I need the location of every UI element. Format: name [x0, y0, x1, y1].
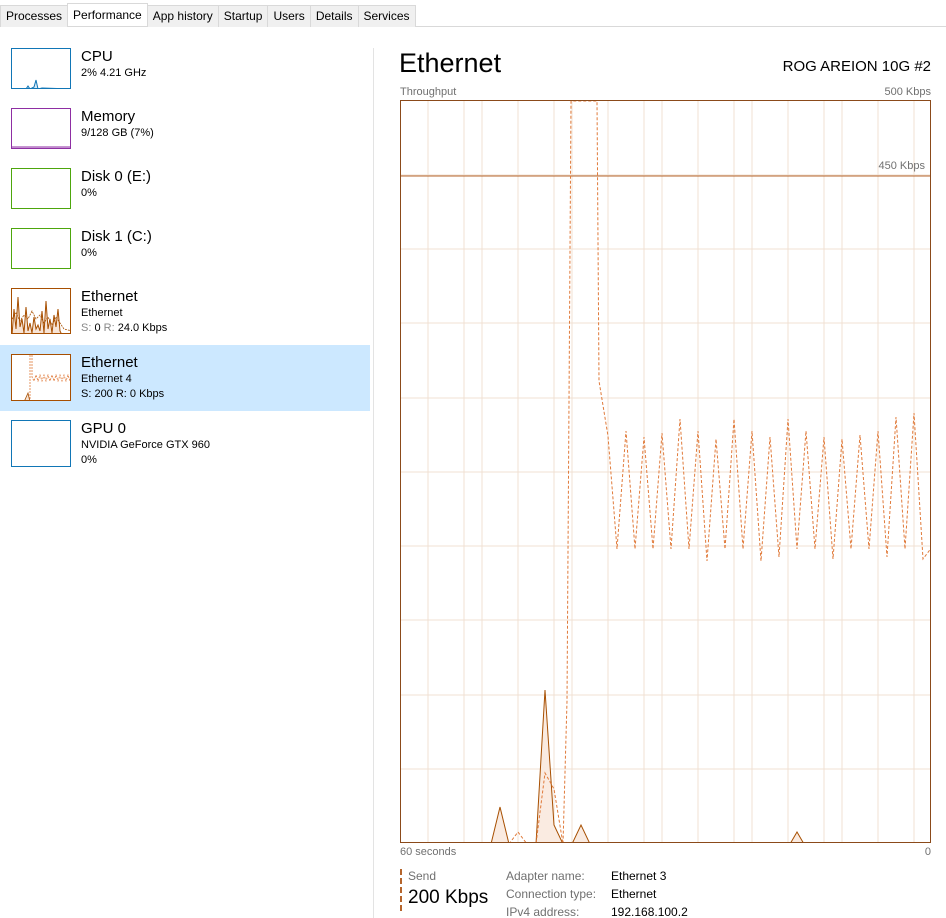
adapter-title: ROG AREION 10G #2 [782, 58, 931, 75]
sidebar-item-disk0[interactable]: Disk 0 (E:) 0% [0, 168, 370, 228]
connection-type-value: Ethernet [611, 887, 657, 901]
cpu-sparkline [26, 79, 58, 88]
ethernet4-sparkline [24, 355, 70, 400]
sidebar-item-cpu[interactable]: CPU 2% 4.21 GHz [0, 48, 370, 108]
memory-sparkline [12, 146, 70, 148]
disk1-usage: 0% [81, 247, 97, 259]
graph-x-left: 60 seconds [400, 846, 457, 858]
ethernet-thumbnail-graph [11, 288, 71, 334]
gpu0-thumbnail-graph [11, 420, 71, 467]
connection-type-label: Connection type: [506, 887, 597, 901]
adapter-name-value: Ethernet 3 [611, 869, 667, 883]
sidebar-item-ethernet-4[interactable]: Ethernet Ethernet 4 S: 200 R: 0 Kbps [0, 345, 370, 411]
ethernet4-throughput: S: 200 R: 0 Kbps [81, 388, 165, 400]
disk0-thumbnail-graph [11, 168, 71, 209]
page-title: Ethernet [399, 48, 502, 78]
resource-sidebar: CPU 2% 4.21 GHz Memory 9/128 GB (7%) Dis… [0, 27, 373, 918]
tab-app-history[interactable]: App history [146, 5, 219, 27]
ethernet-throughput: S: 0 R: 24.0 Kbps [81, 321, 167, 335]
ethernet-receive-value: 24.0 Kbps [117, 322, 168, 334]
cpu-usage: 2% 4.21 GHz [81, 67, 147, 79]
throughput-graph [400, 100, 931, 843]
sidebar-item-disk1[interactable]: Disk 1 (C:) 0% [0, 228, 370, 288]
sidebar-item-ethernet[interactable]: Ethernet Ethernet S: 0 R: 24.0 Kbps [0, 288, 370, 348]
graph-y-max: 500 Kbps [884, 86, 931, 98]
disk1-title: Disk 1 (C:) [81, 228, 152, 245]
ethernet-send-value: 0 [94, 322, 101, 334]
tab-performance[interactable]: Performance [67, 3, 148, 26]
tab-users[interactable]: Users [267, 5, 311, 27]
sidebar-item-memory[interactable]: Memory 9/128 GB (7%) [0, 108, 370, 168]
memory-usage: 9/128 GB (7%) [81, 127, 154, 139]
ethernet4-thumbnail-graph [11, 354, 71, 401]
tab-details[interactable]: Details [309, 5, 359, 27]
ethernet-adapter: Ethernet [81, 307, 123, 319]
gpu0-title: GPU 0 [81, 420, 127, 437]
graph-x-right: 0 [924, 846, 931, 858]
graph-grid [401, 101, 930, 842]
cpu-thumbnail-graph [11, 48, 71, 89]
tab-processes[interactable]: Processes [0, 5, 69, 27]
receive-series [490, 689, 804, 842]
scale-line-label: 450 Kbps [878, 160, 925, 172]
gpu0-usage: 0% [81, 454, 97, 466]
memory-title: Memory [81, 108, 136, 125]
tab-startup[interactable]: Startup [217, 5, 269, 27]
disk0-title: Disk 0 (E:) [81, 168, 152, 185]
ethernet-send-label: S: [81, 322, 92, 334]
adapter-name-label: Adapter name: [506, 869, 585, 883]
sidebar-item-gpu0[interactable]: GPU 0 NVIDIA GeForce GTX 960 0% [0, 420, 370, 480]
cpu-title: CPU [81, 48, 113, 65]
disk1-thumbnail-graph [11, 228, 71, 269]
panel-divider [373, 48, 374, 918]
ethernet4-title: Ethernet [81, 354, 138, 371]
tab-bar: Processes Performance App history Startu… [0, 0, 946, 27]
disk0-usage: 0% [81, 187, 97, 199]
memory-thumbnail-graph [11, 108, 71, 149]
ethernet4-adapter: Ethernet 4 [81, 373, 132, 385]
tab-list: Processes Performance App history Startu… [0, 3, 416, 27]
ethernet-sparkline [12, 296, 70, 333]
send-label: Send [408, 869, 437, 883]
ethernet-receive-label: R: [103, 322, 115, 334]
send-legend-marker [400, 869, 402, 911]
tab-services[interactable]: Services [357, 5, 416, 27]
ipv4-address-label: IPv4 address: [506, 905, 580, 918]
gpu0-model: NVIDIA GeForce GTX 960 [81, 439, 210, 451]
throughput-plot [401, 101, 930, 842]
ethernet-title: Ethernet [81, 288, 138, 305]
send-value: 200 Kbps [408, 887, 489, 908]
ipv4-address-value: 192.168.100.2 [611, 905, 688, 918]
graph-y-label: Throughput [400, 86, 457, 98]
